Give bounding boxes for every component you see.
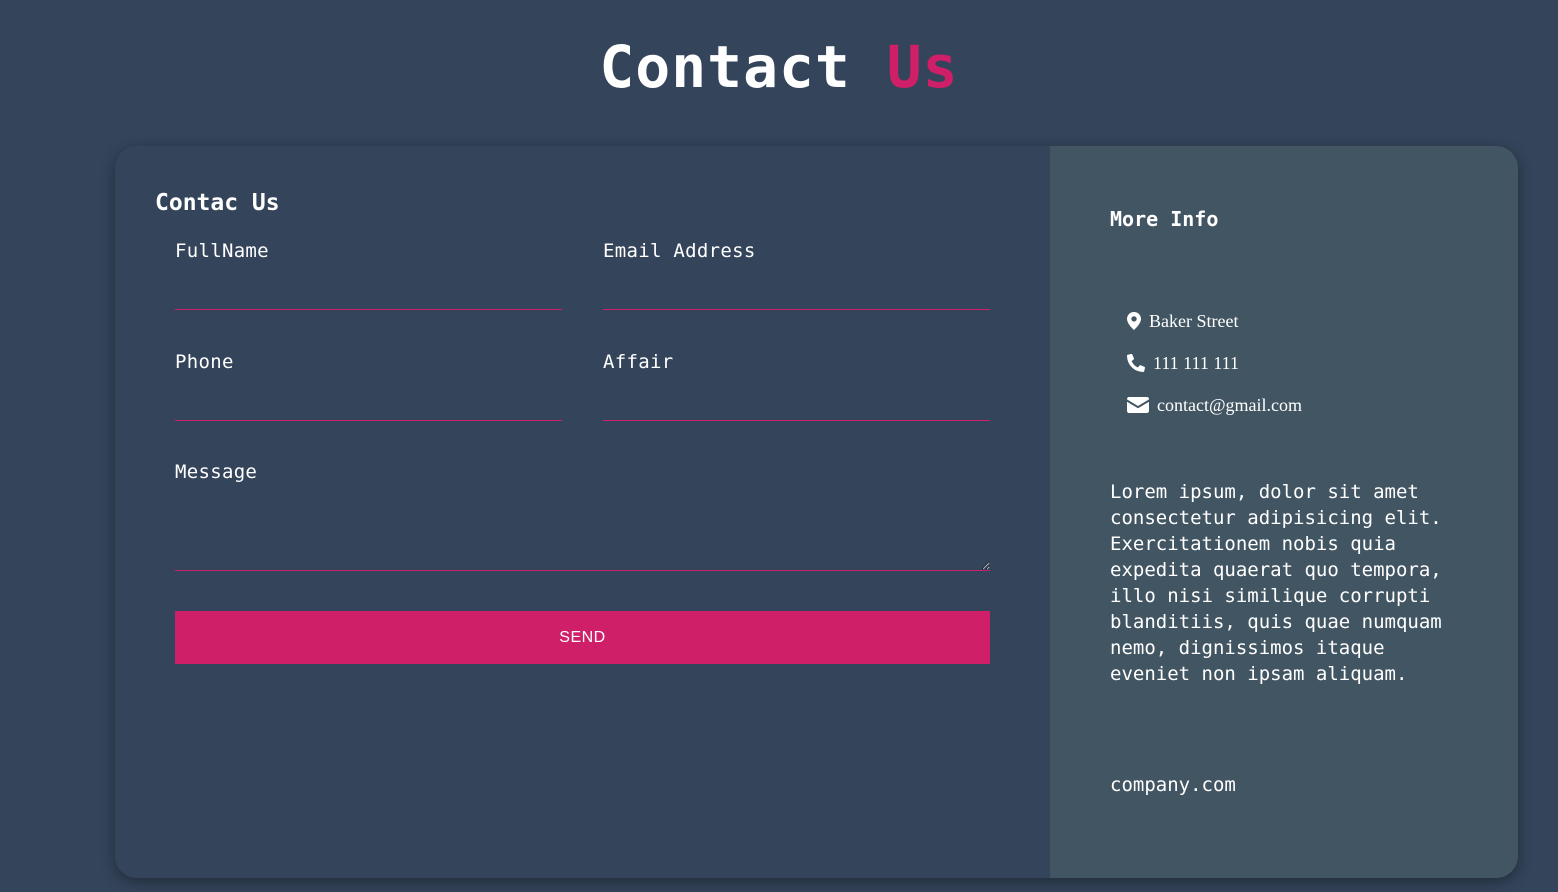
more-info-panel: More Info Baker Street 111 111 111 conta… <box>1050 146 1518 878</box>
message-label: Message <box>175 461 258 483</box>
email-input[interactable] <box>603 274 990 310</box>
contact-item-email: contact@gmail.com <box>1127 384 1302 426</box>
page-title: Contact Us <box>0 32 1558 102</box>
phone-input[interactable] <box>175 385 562 421</box>
phone-label: Phone <box>175 351 234 373</box>
phone-field: Phone <box>175 349 562 421</box>
fullname-label: FullName <box>175 240 269 262</box>
contact-form-panel: Contac Us FullName Email Address Phone A… <box>115 146 1050 878</box>
fullname-field: FullName <box>175 238 562 310</box>
contact-item-address: Baker Street <box>1127 300 1302 342</box>
send-button[interactable]: SEND <box>175 611 990 664</box>
contact-item-phone: 111 111 111 <box>1127 342 1302 384</box>
page-title-main: Contact <box>599 33 851 101</box>
affair-label: Affair <box>603 351 674 373</box>
fullname-input[interactable] <box>175 274 562 310</box>
affair-input[interactable] <box>603 385 990 421</box>
envelope-icon <box>1127 397 1149 413</box>
contact-address-text: Baker Street <box>1149 310 1239 331</box>
affair-field: Affair <box>603 349 990 421</box>
company-website: company.com <box>1110 774 1236 796</box>
info-heading: More Info <box>1110 207 1219 231</box>
form-heading: Contac Us <box>155 190 280 216</box>
email-label: Email Address <box>603 240 756 262</box>
phone-icon <box>1127 354 1145 372</box>
page-title-accent: Us <box>886 33 959 101</box>
contact-email-text: contact@gmail.com <box>1157 394 1303 415</box>
contact-phone-text: 111 111 111 <box>1153 352 1239 373</box>
contact-card: Contac Us FullName Email Address Phone A… <box>115 146 1518 878</box>
message-field: Message <box>175 459 990 571</box>
map-marker-icon <box>1127 312 1141 330</box>
email-field: Email Address <box>603 238 990 310</box>
info-description: Lorem ipsum, dolor sit amet consectetur … <box>1110 481 1442 685</box>
message-textarea[interactable] <box>175 491 990 571</box>
contact-list: Baker Street 111 111 111 contact@gmail.c… <box>1127 300 1302 426</box>
